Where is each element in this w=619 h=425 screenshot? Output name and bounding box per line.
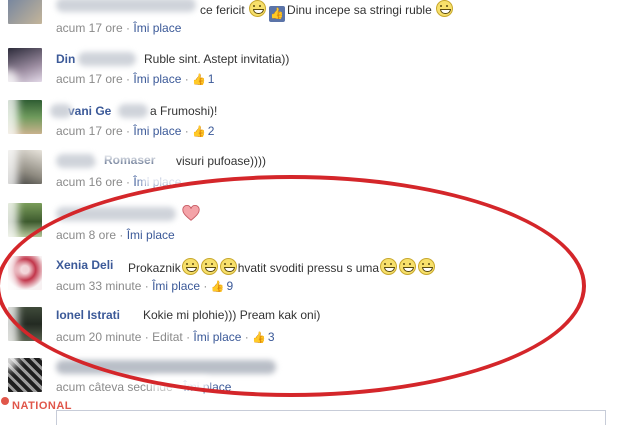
watermark-logo-icon bbox=[1, 397, 9, 405]
comment-text: a Frumoshi)! bbox=[150, 104, 218, 118]
comment-text: Ruble sint. Astept invitatia)) bbox=[144, 52, 290, 66]
comment-text: visuri pufoase)))) bbox=[176, 154, 267, 168]
heart-emoji-icon bbox=[182, 205, 200, 221]
comment-author[interactable]: Ionel Istrati bbox=[56, 308, 120, 322]
comment-meta: acum 17 ore · Îmi place bbox=[56, 21, 182, 35]
comment-author[interactable]: Xenia Deli bbox=[56, 258, 113, 272]
smiley-emoji-icon bbox=[399, 258, 417, 275]
like-emoji-icon: 👍 bbox=[269, 6, 286, 22]
smiley-emoji-icon bbox=[380, 258, 398, 275]
like-link[interactable]: Îmi place bbox=[193, 330, 241, 344]
edited-label[interactable]: Editat bbox=[152, 330, 183, 344]
comment-author[interactable]: vani Ge bbox=[68, 104, 111, 118]
like-link[interactable]: Îmi place bbox=[133, 124, 181, 138]
like-link[interactable]: Îmi place bbox=[133, 72, 181, 86]
comment-text: ce fericit 👍 Dinu incepe sa stringi ruble bbox=[200, 0, 454, 22]
like-link[interactable]: Îmi place bbox=[133, 21, 181, 35]
smiley-emoji-icon bbox=[181, 258, 199, 275]
thumbs-up-icon: 👍 bbox=[252, 332, 266, 344]
comment-meta: acum 17 ore · Îmi place · 👍 2 bbox=[56, 124, 215, 138]
smiley-emoji-icon bbox=[418, 258, 436, 275]
comment-text: Kokie mi plohie))) Pream kak oni) bbox=[143, 308, 321, 322]
thumbs-up-icon: 👍 bbox=[192, 126, 206, 138]
smiley-emoji-icon bbox=[249, 0, 267, 17]
comment-meta: acum 8 ore · Îmi place bbox=[56, 228, 175, 242]
like-link[interactable]: Îmi place bbox=[127, 228, 175, 242]
comment-meta: acum 17 ore · Îmi place · 👍 1 bbox=[56, 72, 215, 86]
smiley-emoji-icon bbox=[436, 0, 454, 17]
like-link[interactable]: Îmi place bbox=[152, 279, 200, 293]
watermark: NATIONAL bbox=[12, 400, 73, 412]
smiley-emoji-icon bbox=[200, 258, 218, 275]
comment-meta: acum 20 minute · Editat · Îmi place · 👍 3 bbox=[56, 330, 275, 344]
comment-text: Prokaznik hvatit svoditi pressu s uma bbox=[128, 258, 436, 275]
thumbs-up-icon: 👍 bbox=[192, 74, 206, 86]
avatar[interactable] bbox=[8, 0, 42, 24]
smiley-emoji-icon bbox=[219, 258, 237, 275]
thumbs-up-icon: 👍 bbox=[210, 281, 225, 293]
reply-input[interactable] bbox=[56, 410, 606, 425]
comment-meta: acum 33 minute · Îmi place · 👍 9 bbox=[56, 279, 234, 293]
comment-author[interactable]: Din bbox=[56, 52, 75, 66]
